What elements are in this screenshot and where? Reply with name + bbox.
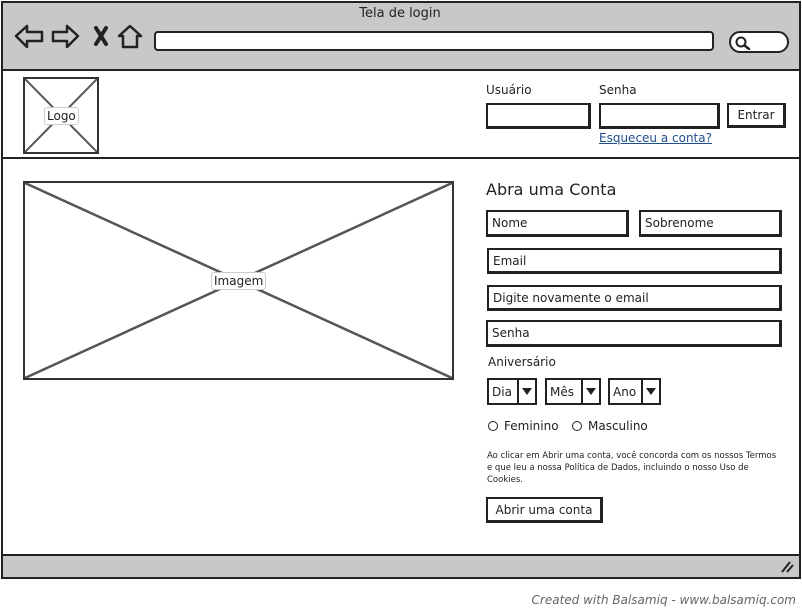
close-x-icon[interactable] <box>94 26 108 46</box>
username-input[interactable] <box>486 103 591 129</box>
image-placeholder: Imagem <box>23 181 454 380</box>
search-icon <box>735 36 751 50</box>
month-select-value: Mês <box>550 384 574 399</box>
balsamiq-credit: Created with Balsamiq - www.balsamiq.com <box>531 593 796 607</box>
forgot-account-link[interactable]: Esqueceu a conta? <box>599 131 712 145</box>
logo-placeholder: Logo <box>23 77 99 154</box>
nav-icons <box>14 24 143 49</box>
gender-female-radio[interactable]: Feminino <box>488 419 559 433</box>
create-account-button[interactable]: Abrir uma conta <box>486 497 603 523</box>
signup-title: Abra uma Conta <box>486 180 617 199</box>
chevron-down-icon <box>517 380 535 403</box>
year-select-value: Ano <box>613 384 637 399</box>
forward-arrow-icon[interactable] <box>51 24 80 49</box>
day-select-value: Dia <box>492 384 512 399</box>
email-field[interactable]: Email <box>487 248 782 274</box>
resize-grip-icon[interactable] <box>778 560 794 574</box>
day-select[interactable]: Dia <box>487 378 537 405</box>
username-label: Usuário <box>486 83 532 97</box>
password-field[interactable]: Senha <box>486 320 782 347</box>
window-title: Tela de login <box>359 6 441 21</box>
search-button[interactable] <box>729 31 789 53</box>
month-select[interactable]: Mês <box>545 378 601 405</box>
url-input[interactable] <box>154 31 714 51</box>
radio-unchecked-icon <box>488 421 498 431</box>
terms-text: Ao clicar em Abrir uma conta, você conco… <box>487 451 777 485</box>
first-name-field[interactable]: Nome <box>486 210 629 237</box>
birthday-label: Aniversário <box>488 355 556 369</box>
password-label: Senha <box>599 83 637 97</box>
gender-male-radio[interactable]: Masculino <box>572 419 648 433</box>
header-divider <box>3 157 799 159</box>
image-label: Imagem <box>211 272 267 290</box>
gender-female-label: Feminino <box>504 419 559 433</box>
home-icon[interactable] <box>117 24 143 49</box>
back-arrow-icon[interactable] <box>14 24 44 49</box>
status-bar <box>3 554 799 577</box>
last-name-field[interactable]: Sobrenome <box>639 210 782 237</box>
chevron-down-icon <box>581 380 599 403</box>
year-select[interactable]: Ano <box>608 378 661 405</box>
gender-male-label: Masculino <box>588 419 648 433</box>
chevron-down-icon <box>641 380 659 403</box>
logo-label: Logo <box>44 107 79 125</box>
radio-unchecked-icon <box>572 421 582 431</box>
login-button[interactable]: Entrar <box>727 103 786 128</box>
password-input[interactable] <box>599 103 720 129</box>
email-confirm-field[interactable]: Digite novamente o email <box>487 285 782 311</box>
